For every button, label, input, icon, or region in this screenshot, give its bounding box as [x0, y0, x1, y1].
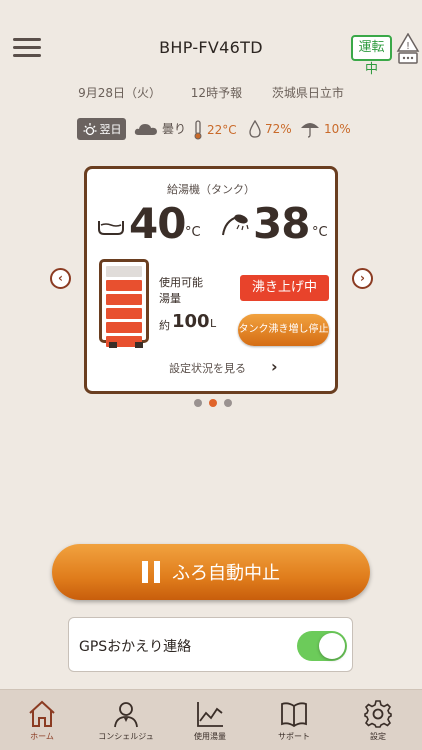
home-icon: [29, 700, 55, 727]
bath-temperature: 40: [129, 199, 186, 248]
shower-icon: [222, 214, 249, 236]
gear-icon: [364, 700, 392, 728]
bath-temp-unit: °C: [185, 225, 201, 240]
tab-label: 使用湯量: [194, 732, 226, 741]
app-header: BHP-FV46TD 運転中 !: [0, 0, 422, 80]
view-settings-link[interactable]: 設定状況を見る: [169, 360, 246, 376]
precipitation-value: 10%: [324, 122, 351, 136]
forecast-time: 12時予報: [190, 86, 243, 100]
water-drop-icon: [249, 120, 261, 138]
tab-settings[interactable]: 設定: [336, 690, 420, 750]
tab-label: コンシェルジュ: [98, 732, 154, 741]
tab-concierge[interactable]: コンシェルジュ: [84, 690, 168, 750]
tank-segment: [106, 266, 142, 277]
carousel-dot[interactable]: [194, 399, 202, 407]
weather-row: 翌日 曇り 22°C 72% 10%: [0, 115, 422, 143]
shower-temp-unit: °C: [312, 225, 328, 240]
bath-auto-stop-button[interactable]: ふろ自動中止: [52, 544, 370, 600]
cloud-icon: [134, 123, 157, 135]
tank-feet: [107, 342, 145, 348]
pause-icon: [142, 561, 160, 583]
forecast-location: 茨城県日立市: [271, 86, 344, 100]
forecast-date: 9月28日（火）: [78, 86, 161, 100]
available-volume-label: 使用可能 湯量: [159, 276, 203, 305]
tank-reheat-stop-button[interactable]: タンク沸き増し停止: [238, 314, 329, 346]
card-title: 給湯機（タンク）: [167, 183, 255, 196]
gps-toggle[interactable]: [297, 631, 347, 661]
gps-label: GPSおかえり連絡: [79, 639, 192, 655]
bathtub-icon: [98, 221, 124, 235]
next-page-button[interactable]: ›: [352, 268, 373, 289]
book-icon: [281, 702, 307, 728]
bath-auto-stop-label: ふろ自動中止: [172, 563, 280, 584]
humidity-value: 72%: [265, 122, 292, 136]
day-tag-label: 翌日: [99, 123, 122, 136]
condition-label: 曇り: [162, 122, 187, 136]
warning-device-icon[interactable]: !: [396, 33, 420, 65]
gps-return-row: GPSおかえり連絡: [68, 617, 353, 672]
temperature-value: 22°C: [207, 123, 237, 137]
available-amount: 100: [172, 311, 210, 332]
tab-support[interactable]: サポート: [252, 690, 336, 750]
tank-segment: [106, 294, 142, 305]
shower-temperature: 38: [253, 199, 310, 248]
tank-segment: [106, 308, 142, 319]
carousel-dot[interactable]: [224, 399, 232, 407]
boiling-status-button[interactable]: 沸き上げ中: [240, 275, 329, 301]
concierge-icon: [114, 702, 138, 728]
prev-page-button[interactable]: ‹: [50, 268, 71, 289]
tank-level-gauge: [99, 259, 149, 347]
tab-label: 設定: [370, 732, 386, 741]
tab-usage[interactable]: 使用湯量: [168, 690, 252, 750]
umbrella-icon: [301, 123, 319, 138]
carousel-dots: [194, 399, 232, 407]
tank-segment: [106, 322, 142, 333]
tab-label: ホーム: [30, 732, 54, 741]
carousel-dot-active[interactable]: [209, 399, 217, 407]
water-heater-card: 給湯機（タンク） 40 °C 38 °C 使用可能 湯量 約 100 L 沸き上…: [84, 166, 338, 394]
chevron-right-icon[interactable]: ›: [271, 357, 278, 376]
approx-label: 約: [159, 319, 170, 332]
bottom-tab-bar: ホーム コンシェルジュ 使用湯量 サポート 設定: [0, 689, 422, 750]
weather-condition: 曇り: [134, 120, 186, 137]
tank-segment: [106, 280, 142, 291]
weather-temperature: 22°C: [193, 120, 237, 140]
day-tag: 翌日: [77, 118, 126, 140]
status-badge[interactable]: 運転中: [351, 35, 392, 77]
weather-humidity: 72%: [249, 120, 292, 138]
sun-icon: [83, 123, 96, 136]
forecast-info: 9月28日（火） 12時予報 茨城県日立市: [0, 84, 422, 101]
thermometer-icon: [194, 120, 202, 140]
amount-unit: L: [210, 317, 217, 330]
weather-precipitation: 10%: [300, 120, 351, 138]
chart-icon: [197, 702, 223, 727]
tab-home[interactable]: ホーム: [0, 690, 84, 750]
svg-text:!: !: [406, 41, 410, 52]
tab-label: サポート: [278, 732, 310, 741]
